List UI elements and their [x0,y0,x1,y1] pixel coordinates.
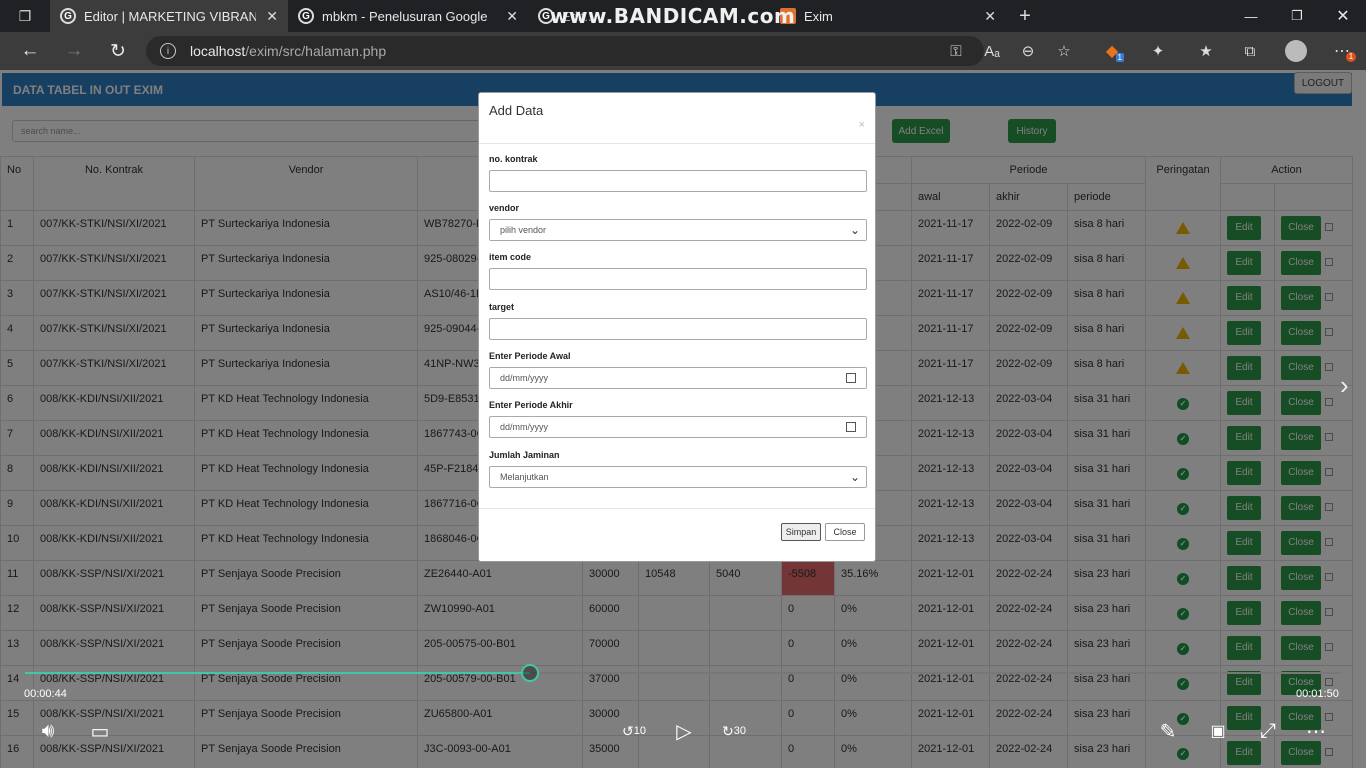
favorites-icon[interactable]: ★ [1194,40,1218,62]
calendar-icon[interactable] [846,422,856,432]
miniplayer-icon[interactable]: ▣ [1204,717,1232,745]
periode-awal-input[interactable]: dd/mm/yyyy [489,367,867,389]
extensions-puzzle-icon[interactable]: ✦ [1146,40,1170,62]
akhir-placeholder: dd/mm/yyyy [500,422,549,432]
read-aloud-icon[interactable]: Aₐ [980,40,1004,62]
target-field-group: target [489,302,867,340]
chevron-down-icon: ⌄ [849,223,860,237]
jaminan-field-group: Jumlah Jaminan Melanjutkan ⌄ [489,450,867,488]
close-window-icon[interactable]: ✕ [1320,0,1366,32]
akhir-label: Enter Periode Akhir [489,400,573,410]
tab-exim[interactable]: Exim ✕ [770,0,1010,32]
jaminan-select[interactable]: Melanjutkan ⌄ [489,466,867,488]
tab-bar: ❐ G Editor | MARKETING VIBRANT PF ✕ G mb… [0,0,1366,32]
kontrak-input[interactable] [489,170,867,192]
total-time: 00:01:50 [1296,688,1339,700]
modal-footer: Simpan Close [479,508,875,562]
subtitles-icon[interactable]: ▭ [86,717,114,745]
modal-close-icon[interactable]: × [859,119,865,131]
collections-icon[interactable]: ⧉ [1238,40,1262,62]
volume-icon[interactable]: 🔊︎ [34,717,62,745]
target-label: target [489,302,515,312]
kontrak-label: no. kontrak [489,154,538,164]
profile-avatar[interactable] [1284,40,1308,62]
add-data-modal: Add Data × no. kontrak vendor pilih vend… [478,92,876,562]
skip-forward-icon[interactable]: ↻ 30 [720,717,748,745]
vendor-selected-value: pilih vendor [500,225,547,235]
vendor-select[interactable]: pilih vendor ⌄ [489,219,867,241]
target-input[interactable] [489,318,867,340]
modal-title: Add Data [489,103,544,118]
jaminan-label: Jumlah Jaminan [489,450,560,460]
restore-icon[interactable]: ❐ [1274,0,1320,32]
new-tab-button[interactable]: + [1012,0,1038,32]
tab-title: Exim [804,8,833,24]
extension-fox-icon[interactable]: ◆ 1 [1100,40,1124,62]
kontrak-field-group: no. kontrak [489,154,867,192]
zoom-out-icon[interactable]: ⊖ [1016,40,1040,62]
menu-badge: 1 [1346,52,1356,62]
awal-placeholder: dd/mm/yyyy [500,373,549,383]
more-menu-icon[interactable]: ⋯ 1 [1330,40,1356,62]
extension-badge: 1 [1115,53,1124,62]
url-host: localhost [190,43,246,59]
periode-akhir-input[interactable]: dd/mm/yyyy [489,416,867,438]
item-code-input[interactable] [489,268,867,290]
address-toolbar: ← → ↻ i localhost /exim/src/halaman.php … [0,32,1366,70]
skip-forward-seconds: 30 [733,725,746,737]
tab-actions-icon[interactable]: ❐ [0,0,50,32]
awal-field-group: Enter Periode Awal dd/mm/yyyy [489,351,867,389]
close-tab-icon[interactable]: ✕ [506,8,518,25]
google-favicon-icon: G [60,8,76,24]
calendar-icon[interactable] [846,373,856,383]
recording-watermark: www.BANDICAM.com [550,4,796,28]
site-info-icon[interactable]: i [160,43,176,59]
item-label: item code [489,252,532,262]
key-icon[interactable]: ⚿ [944,40,968,62]
more-options-icon[interactable]: ⋯ [1302,717,1330,745]
awal-label: Enter Periode Awal [489,351,571,361]
forward-arrow-icon[interactable]: → [62,40,86,62]
vendor-label: vendor [489,203,520,213]
refresh-icon[interactable]: ↻ [106,40,130,62]
url-path: /exim/src/halaman.php [245,43,387,59]
pen-icon[interactable]: ✎ [1154,717,1182,745]
elapsed-time: 00:00:44 [24,688,67,700]
minimize-icon[interactable]: — [1228,0,1274,32]
tab-editor[interactable]: G Editor | MARKETING VIBRANT PF ✕ [50,0,288,32]
item-field-group: item code [489,252,867,290]
add-favorite-icon[interactable]: ☆ [1052,40,1076,62]
skip-back-icon[interactable]: ↺ 10 [620,717,648,745]
simpan-button[interactable]: Simpan [781,523,821,541]
modal-header: Add Data × [479,93,875,144]
skip-back-seconds: 10 [633,725,646,737]
seek-handle[interactable] [521,664,539,682]
next-chevron-icon[interactable]: › [1340,370,1349,401]
back-arrow-icon[interactable]: ← [18,40,42,62]
vendor-field-group: vendor pilih vendor ⌄ [489,203,867,241]
tab-title: Editor | MARKETING VIBRANT PF [84,8,256,24]
play-icon[interactable]: ▷ [670,717,698,745]
jaminan-selected-value: Melanjutkan [500,472,549,482]
modal-close-button[interactable]: Close [825,523,865,541]
chevron-down-icon: ⌄ [849,470,860,484]
akhir-field-group: Enter Periode Akhir dd/mm/yyyy [489,400,867,438]
close-tab-icon[interactable]: ✕ [266,8,278,25]
tab-title: mbkm - Penelusuran Google [322,8,488,24]
seek-bar-progress [25,672,530,674]
tab-google-search[interactable]: G mbkm - Penelusuran Google ✕ [288,0,528,32]
close-tab-icon[interactable]: ✕ [984,8,996,25]
google-favicon-icon: G [298,8,314,24]
address-bar[interactable]: i localhost /exim/src/halaman.php [146,36,984,66]
fullscreen-icon[interactable]: ⤢ [1254,717,1282,745]
